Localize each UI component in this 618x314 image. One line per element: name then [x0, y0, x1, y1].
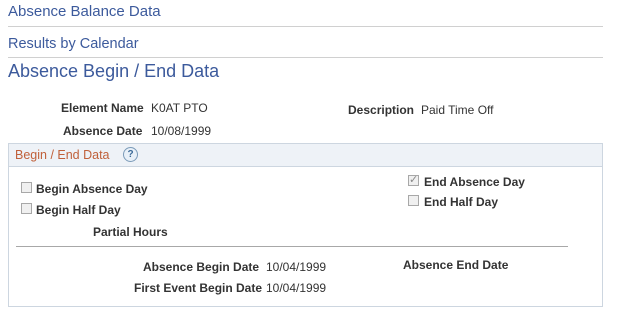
end-absence-day-label: End Absence Day: [424, 175, 525, 189]
begin-absence-day-label: Begin Absence Day: [36, 182, 148, 196]
begin-absence-day-checkbox[interactable]: [21, 182, 32, 193]
section-header: Begin / End Data ?: [9, 144, 602, 167]
end-half-day-checkbox[interactable]: [408, 195, 419, 206]
begin-end-data-section: Begin / End Data ? Begin Absence Day Beg…: [8, 143, 603, 307]
end-absence-day-checkbox[interactable]: [408, 173, 419, 186]
absence-begin-date-label: Absence Begin Date: [143, 260, 260, 274]
element-name-value: K0AT PTO: [151, 101, 208, 115]
section-inner-divider: [16, 246, 568, 247]
breadcrumb-title: Absence Balance Data: [8, 3, 161, 20]
first-event-begin-date-label: First Event Begin Date: [134, 281, 263, 295]
results-by-calendar-link[interactable]: Results by Calendar: [8, 36, 139, 52]
section-title: Begin / End Data: [15, 148, 110, 162]
partial-hours-label: Partial Hours: [93, 225, 168, 239]
absence-begin-date-value: 10/04/1999: [266, 260, 327, 274]
subtitle-divider: [8, 57, 603, 58]
absence-date-label: Absence Date: [63, 124, 143, 138]
help-icon[interactable]: ?: [123, 147, 138, 162]
description-value: Paid Time Off: [421, 103, 494, 117]
begin-half-day-label: Begin Half Day: [36, 203, 121, 217]
page-title: Absence Begin / End Data: [8, 61, 220, 81]
first-event-begin-date-value: 10/04/1999: [266, 281, 327, 295]
absence-date-value: 10/08/1999: [151, 124, 212, 138]
absence-end-date-label: Absence End Date: [403, 258, 509, 272]
header-divider: [8, 26, 603, 27]
element-name-label: Element Name: [61, 101, 144, 115]
begin-half-day-checkbox[interactable]: [21, 203, 32, 214]
end-half-day-label: End Half Day: [424, 195, 499, 209]
description-label: Description: [348, 103, 415, 117]
